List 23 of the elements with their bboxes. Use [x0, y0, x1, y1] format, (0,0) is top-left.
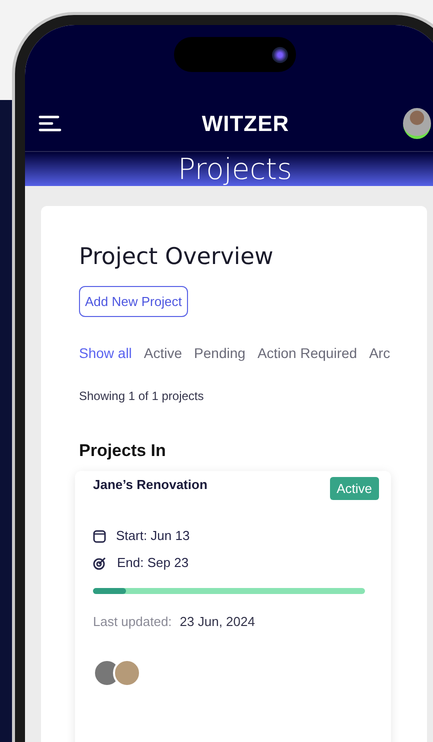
target-icon — [93, 556, 107, 570]
add-project-button[interactable]: Add New Project — [79, 286, 188, 317]
card-title: Project Overview — [79, 244, 274, 270]
project-card[interactable]: Jane’s Renovation Active Start: Jun 13 End: Sep 23 Last updated: 23 Jun, 2024 — [75, 471, 391, 742]
filter-tab[interactable]: Pending — [194, 345, 246, 361]
status-badge: Active — [330, 477, 379, 500]
avatar[interactable] — [402, 108, 431, 139]
project-name: Jane’s Renovation — [93, 477, 208, 492]
section-title: Projects In — [79, 441, 167, 461]
end-date: End: Sep 23 — [117, 555, 189, 570]
filter-tab[interactable]: Arc — [369, 345, 390, 361]
menu-icon[interactable] — [38, 115, 62, 132]
filter-tab[interactable]: Action Required — [257, 345, 358, 361]
filter-tab[interactable]: Show all — [79, 345, 132, 361]
result-count: Showing 1 of 1 projects — [79, 389, 205, 403]
start-date: Start: Jun 13 — [116, 528, 190, 543]
brand-logo: WITZER — [202, 110, 290, 136]
camera-icon — [272, 46, 288, 62]
page-title: Projects — [25, 152, 433, 186]
updated-label: Last updated: — [93, 614, 172, 629]
updated-date: 23 Jun, 2024 — [180, 614, 255, 629]
calendar-icon — [93, 528, 106, 542]
filter-tab[interactable]: Active — [144, 345, 182, 361]
